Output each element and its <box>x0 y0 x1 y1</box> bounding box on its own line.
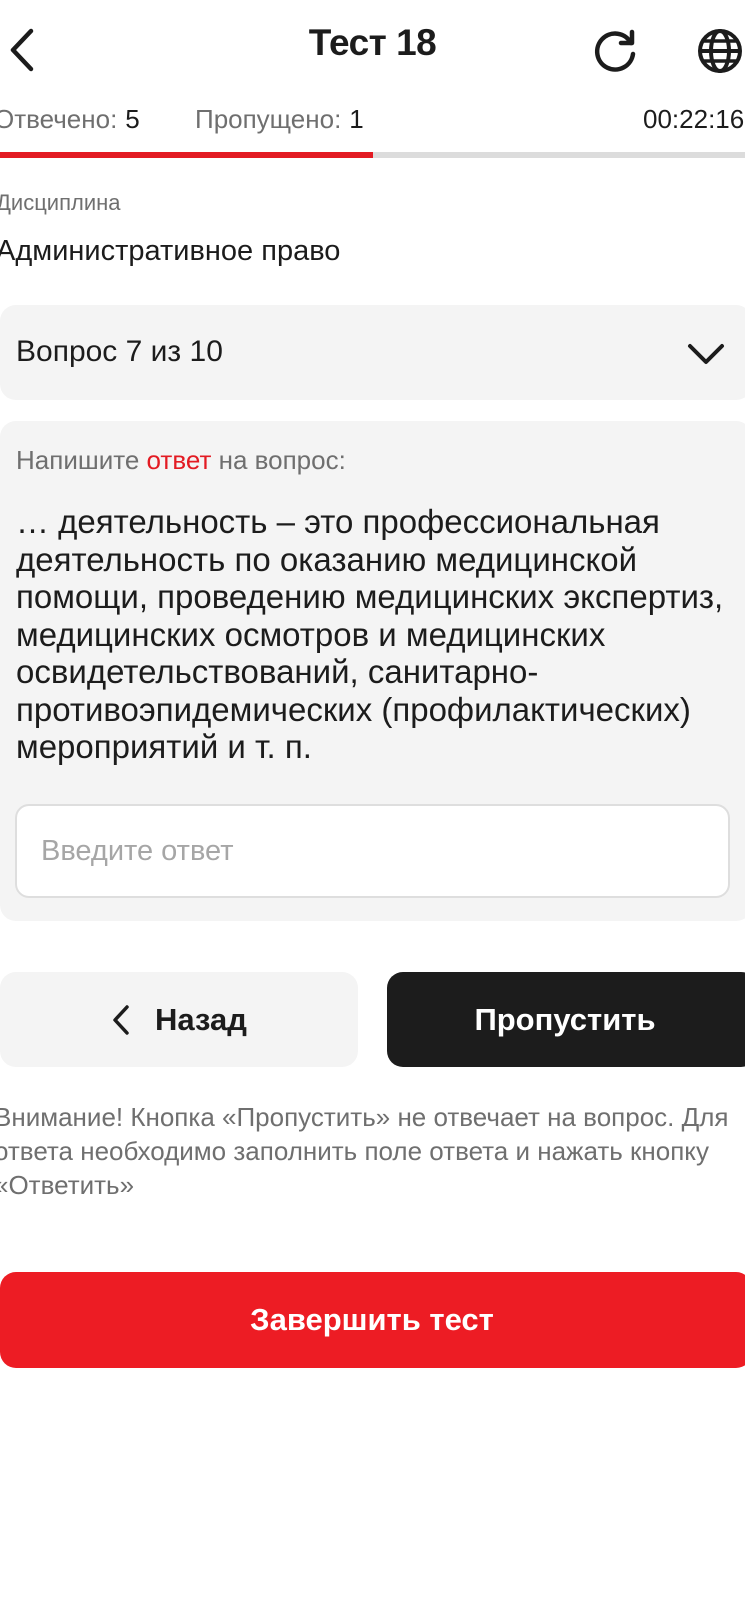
globe-icon <box>697 29 742 73</box>
language-button[interactable] <box>694 26 745 76</box>
answer-input[interactable] <box>15 804 730 898</box>
skip-label: Пропустить <box>474 1001 656 1037</box>
question-card: Напишите ответ на вопрос: … деятельность… <box>0 421 745 921</box>
chevron-left-icon <box>113 1004 129 1035</box>
skipped-stat: Пропущено: 1 <box>195 104 364 135</box>
prompt-accent: ответ <box>146 445 212 475</box>
finish-test-label: Завершить тест <box>250 1302 494 1337</box>
question-selector-label: Вопрос 7 из 10 <box>16 335 223 368</box>
answered-label: Отвечено: <box>0 104 118 134</box>
back-question-button[interactable]: Назад <box>0 972 358 1067</box>
back-question-label: Назад <box>155 1001 247 1037</box>
progress-bar-fill <box>0 152 373 158</box>
question-text: … деятельность – это профессиональная де… <box>16 503 724 765</box>
refresh-icon <box>594 29 636 72</box>
timer: 00:22:16 <box>643 104 745 134</box>
skipped-label: Пропущено: <box>195 104 342 134</box>
question-selector[interactable]: Вопрос 7 из 10 <box>0 305 745 400</box>
finish-test-button[interactable]: Завершить тест <box>0 1272 745 1368</box>
discipline-value: Административное право <box>0 235 341 267</box>
skip-button[interactable]: Пропустить <box>387 972 745 1067</box>
refresh-button[interactable] <box>590 26 640 76</box>
question-prompt: Напишите ответ на вопрос: <box>16 445 346 476</box>
prompt-suffix: на вопрос: <box>211 445 346 475</box>
prompt-prefix: Напишите <box>16 445 147 475</box>
skip-warning: Внимание! Кнопка «Пропустить» не отвечае… <box>0 1102 729 1200</box>
discipline-label: Дисциплина <box>0 190 121 215</box>
answered-count: 5 <box>125 104 140 134</box>
chevron-down-icon <box>688 344 724 364</box>
progress-bar <box>0 152 745 158</box>
answered-stat: Отвечено: 5 <box>0 104 140 135</box>
skipped-count: 1 <box>349 104 364 134</box>
